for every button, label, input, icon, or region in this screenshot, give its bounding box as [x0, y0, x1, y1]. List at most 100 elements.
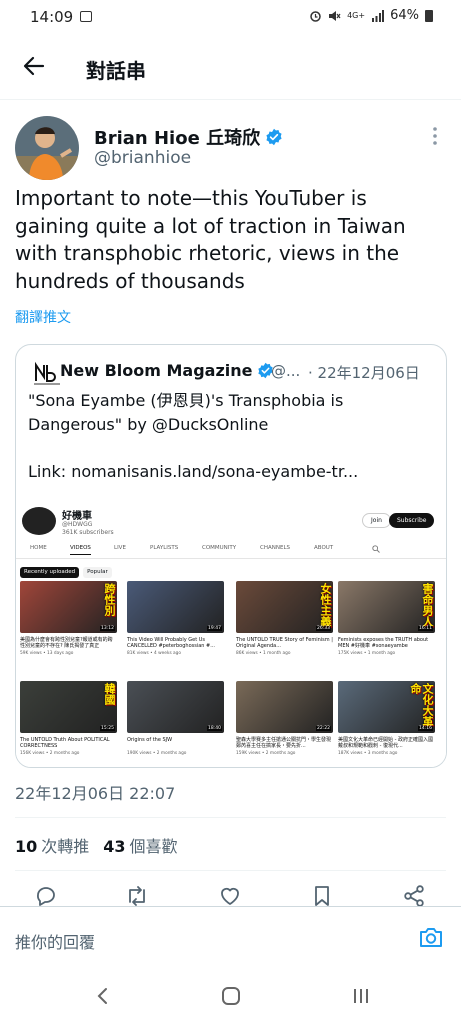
yt-tab: CHANNELS: [260, 545, 290, 551]
video-duration: 22:22: [316, 726, 331, 731]
verified-badge-icon: [266, 128, 282, 146]
video-duration: 14:16: [418, 726, 433, 731]
channel-subs: 361K subscribers: [62, 529, 114, 536]
nav-back-icon[interactable]: [96, 986, 110, 1006]
video-meta: 187K views • 3 months ago: [338, 751, 398, 756]
translate-tweet-link[interactable]: 翻譯推文: [15, 307, 71, 327]
nav-home-icon[interactable]: [221, 986, 241, 1006]
quoted-tweet[interactable]: New Bloom Magazine @... · 22年12月06日 "Son…: [15, 344, 447, 768]
tweet-text: Important to note—this YouTuber is gaini…: [15, 186, 406, 293]
channel-name: 好機車: [62, 511, 92, 522]
video-meta: 81K views • 4 weeks ago: [127, 651, 182, 656]
reply-icon[interactable]: [34, 884, 58, 908]
likes-count: 43: [103, 837, 126, 856]
bookmark-icon[interactable]: [310, 884, 334, 908]
system-nav-bar: [0, 968, 461, 1024]
author-name-text: Brian Hioe 丘琦欣: [94, 128, 261, 149]
back-arrow-icon[interactable]: [22, 54, 46, 78]
author-handle[interactable]: @brianhioe: [94, 148, 191, 168]
quoted-text: "Sona Eyambe (伊恩貝)'s Transphobia is Dang…: [28, 391, 344, 434]
nav-recents-icon[interactable]: [351, 987, 371, 1005]
video-duration: 15:25: [100, 726, 115, 731]
video-duration: 19:47: [207, 626, 222, 631]
battery-percent: 64%: [390, 8, 419, 23]
author-name[interactable]: Brian Hioe 丘琦欣: [94, 124, 283, 150]
like-icon[interactable]: [218, 884, 242, 908]
channel-info: @HDWGG 361K subscribers: [62, 521, 114, 537]
alarm-icon: [310, 10, 321, 22]
retweet-icon[interactable]: [125, 884, 149, 908]
video-meta: 59K views • 13 days ago: [20, 651, 74, 656]
status-bar: 14:09 4G+ 64%: [0, 0, 461, 34]
channel-handle: @HDWGG: [62, 521, 93, 528]
quoted-date: · 22年12月06日: [308, 364, 420, 382]
video-title: This Video Will Probably Get Us CANCELLE…: [127, 637, 216, 650]
quoted-link-text: Link: nomanisanis.land/sona-eyambe-tr...: [28, 462, 359, 481]
video-meta: 190K views • 2 months ago: [127, 751, 187, 756]
video-duration: 13:12: [100, 626, 115, 631]
signal-icon: [372, 9, 385, 22]
likes-stat[interactable]: 43 個喜歡: [103, 833, 177, 857]
camera-icon[interactable]: [418, 925, 444, 949]
video-thumbnail: 19:47: [127, 581, 224, 633]
status-time: 14:09: [30, 8, 74, 26]
video-duration: 26:33: [316, 626, 331, 631]
divider: [15, 870, 446, 871]
thumbnail-caption: 韓國: [103, 683, 116, 705]
video-thumbnail: 文化大革命 14:16: [338, 681, 435, 733]
video-thumbnail: 跨性別 13:12: [20, 581, 117, 633]
video-meta: 159K views • 2 months ago: [236, 751, 296, 756]
page-title: 對話串: [86, 59, 146, 83]
reply-bar: 推你的回覆: [0, 906, 461, 968]
video-duration: 16:11: [418, 626, 433, 631]
tweet-timestamp: 22年12月06日 22:07: [15, 784, 176, 803]
avatar[interactable]: [15, 116, 79, 180]
subscribe-button: Subscribe: [389, 513, 435, 528]
avatar-image: [15, 116, 79, 180]
yt-tab: PLAYLISTS: [150, 545, 179, 551]
thumbnail-caption: 跨性別: [103, 583, 116, 616]
video-thumbnail: 韓國 15:25: [20, 681, 117, 733]
join-button: Join: [362, 513, 391, 528]
status-icons: 4G+ 64%: [309, 8, 433, 23]
yt-tab: LIVE: [114, 545, 126, 551]
quoted-author-name-text: New Bloom Magazine: [60, 361, 253, 380]
thumbnail-caption: 女性主義: [319, 583, 332, 627]
video-title: 聖森大學赛多主任搶通公關抗門・學生發現鄭芮喜主任在搞家長・要先折...: [236, 737, 332, 750]
video-title: The UNTOLD TRUE Story of Feminism | Orig…: [236, 637, 333, 650]
youtube-screenshot: 好機車 @HDWGG 361K subscribers Join Subscri…: [16, 497, 446, 767]
more-options-icon[interactable]: [430, 126, 440, 146]
video-thumbnail: 22:22: [236, 681, 333, 733]
share-icon[interactable]: [402, 884, 426, 908]
reply-input[interactable]: 推你的回覆: [15, 929, 95, 953]
video-title: 美國文化大革命已經開始 - 政府正確國入國戴叔和規範和戳刺 - 復現代...: [338, 737, 433, 750]
retweets-stat[interactable]: 10 次轉推: [15, 833, 89, 857]
retweets-count: 10: [15, 837, 38, 856]
video-title: 美國為什麼會有跨性別兒童?報道或有的跨性別兒童的不存在? 陳氏揭發了真正: [20, 637, 113, 650]
video-title: The UNTOLD Truth About POLITICAL CORRECT…: [20, 737, 110, 750]
battery-icon: [425, 9, 433, 22]
video-meta: 156K views • 2 months ago: [20, 751, 80, 756]
quoted-author-name: New Bloom Magazine: [60, 361, 274, 380]
video-thumbnail: 女性主義 26:33: [236, 581, 333, 633]
divider: [15, 817, 446, 818]
gallery-icon: [80, 11, 92, 22]
likes-label: 個喜歡: [129, 837, 178, 856]
mute-icon: [329, 10, 341, 21]
yt-tab: ABOUT: [314, 545, 334, 551]
yt-tab-active: VIDEOS: [70, 545, 91, 555]
yt-tab: COMMUNITY: [202, 545, 237, 551]
network-label: 4G+: [347, 11, 366, 20]
video-title: Feminists exposes the TRUTH about MEN #好…: [338, 637, 429, 650]
retweets-label: 次轉推: [41, 837, 90, 856]
channel-logo: [22, 507, 56, 535]
yt-tab: HOME: [30, 545, 47, 551]
video-title: Origins of the SJW: [127, 737, 173, 743]
chip-recent: Recently uploaded: [20, 567, 80, 578]
tweet-stats: 10 次轉推 43 個喜歡: [15, 833, 178, 857]
chip-popular: Popular: [83, 567, 112, 578]
filter-chips: Recently uploaded Popular: [20, 567, 112, 578]
channel-tabs: HOME VIDEOS LIVE PLAYLISTS COMMUNITY CHA…: [16, 541, 446, 559]
video-meta: 175K views • 1 month ago: [338, 651, 396, 656]
quoted-author-handle: @...: [271, 362, 301, 380]
